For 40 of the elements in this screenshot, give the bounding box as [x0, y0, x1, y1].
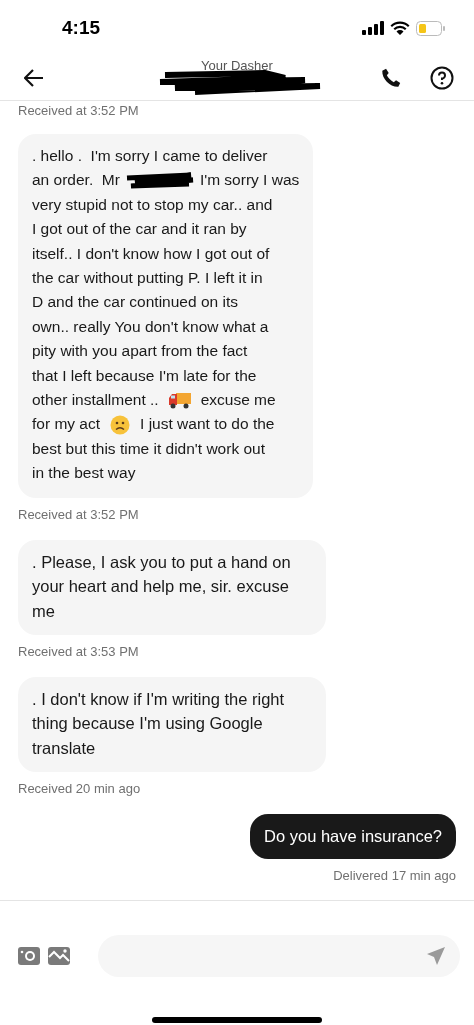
message-text: that I left because I'm late for the	[32, 365, 257, 386]
message-text: pity with you apart from the fact	[32, 341, 248, 362]
message-text: I'm sorry I was	[199, 170, 300, 191]
message-text: best but this time it didn't work out	[32, 438, 265, 459]
help-icon[interactable]	[430, 66, 454, 90]
message-text: I just want to do the	[140, 414, 275, 435]
signal-icon	[362, 21, 384, 35]
message-text: for my act	[32, 414, 101, 435]
message-timestamp: Received at 3:52 PM	[18, 103, 139, 118]
phone-icon[interactable]	[380, 67, 402, 89]
status-time: 4:15	[62, 17, 101, 39]
truck-icon	[167, 390, 192, 411]
message-text: other installment ..	[32, 390, 159, 411]
sent-message-bubble: Do you have insurance?	[250, 814, 456, 859]
send-icon[interactable]	[426, 946, 446, 966]
message-text: an order. Mr	[32, 170, 120, 191]
message-input-field[interactable]	[98, 935, 460, 977]
message-text: excuse me	[200, 390, 276, 411]
redaction-scribble	[124, 171, 195, 190]
message-timestamp: Received 20 min ago	[18, 781, 141, 797]
chat-title: Your Dasher	[200, 58, 274, 73]
delivery-status: Delivered 17 min ago	[333, 867, 456, 883]
message-text: very stupid not to stop my car.. and	[32, 194, 273, 215]
message-text: . hello . I'm sorry I came to deliver	[32, 146, 268, 166]
message-text: itself.. I don't know how I got out of	[32, 243, 270, 264]
battery-icon	[416, 20, 446, 36]
image-icon[interactable]	[48, 947, 70, 965]
message-text: D and the car continued on its	[32, 292, 238, 313]
message-text: the car without putting P. I left it in	[32, 268, 263, 289]
back-arrow-icon[interactable]	[24, 69, 44, 87]
received-message-bubble: . I don't know if I'm writing the right thing because I'm using Google translate	[18, 676, 326, 773]
received-message-bubble: . Please, I ask you to put a hand on your heart and help me, sir. excuse me	[18, 539, 326, 635]
message-timestamp: Received at 3:52 PM	[18, 506, 139, 522]
message-text: I got out of the car and it ran by	[32, 219, 247, 240]
message-text: own.. really You don't know what a	[32, 316, 269, 337]
frown-face-icon	[110, 414, 131, 435]
message-text: in the best way	[32, 463, 136, 484]
message-timestamp: Received at 3:53 PM	[18, 643, 139, 659]
wifi-icon	[390, 21, 410, 35]
camera-icon[interactable]	[18, 947, 40, 965]
